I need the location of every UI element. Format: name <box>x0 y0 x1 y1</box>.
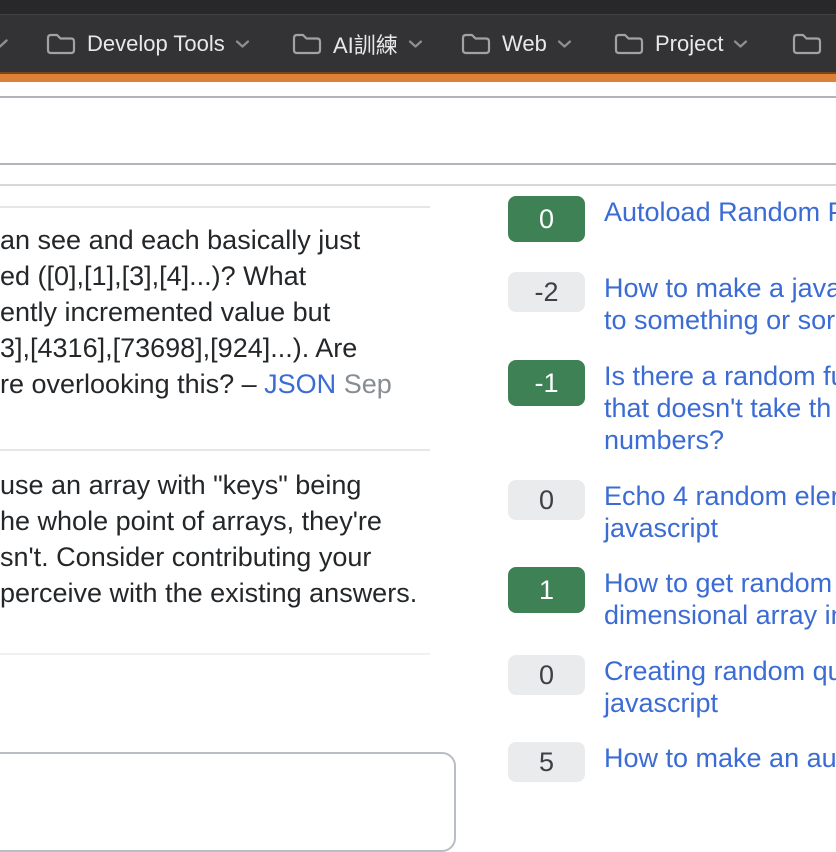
related-question-title-line: to something or sor <box>604 304 836 336</box>
related-question-title-line: javascript <box>604 687 836 719</box>
comment: an see and each basically just ed ([0],[… <box>0 222 436 402</box>
folder-icon <box>460 31 492 57</box>
comment-date: Sep <box>344 369 392 399</box>
related-question[interactable]: -1 Is there a random fu that doesn't tak… <box>508 360 836 456</box>
comment-text-line: perceive with the existing answers. <box>0 575 436 611</box>
related-question-link[interactable]: How to make an au <box>604 742 836 782</box>
related-question-title-line: dimensional array in <box>604 599 836 631</box>
comment-text-fragment: re overlooking this? – <box>0 369 264 399</box>
related-question-title-line: How to get random <box>604 567 836 599</box>
related-question-title-line: numbers? <box>604 424 836 456</box>
comment-separator <box>0 206 430 208</box>
bookmark-label: Web <box>502 31 547 57</box>
add-comment-input[interactable] <box>0 752 456 852</box>
related-question-title-line: that doesn't take th <box>604 392 836 424</box>
bookmark-partial-chevron[interactable] <box>0 15 9 72</box>
comment: use an array with "keys" being he whole … <box>0 467 436 611</box>
bookmark-folder-web[interactable]: Web <box>460 15 572 72</box>
chevron-down-icon <box>733 39 748 49</box>
browser-chrome-top <box>0 0 836 15</box>
header-divider <box>0 96 836 98</box>
bookmarks-bar: Develop Tools AI訓練 Web Project <box>0 15 836 72</box>
related-question-link[interactable]: Is there a random fu that doesn't take t… <box>604 360 836 456</box>
related-question-link[interactable]: How to get random dimensional array in <box>604 567 836 631</box>
related-question-title-line: Echo 4 random eler <box>604 480 836 512</box>
related-question[interactable]: -2 How to make a java to something or so… <box>508 272 836 336</box>
related-question-title-line: How to make a java <box>604 272 836 304</box>
related-question-title-line: How to make an au <box>604 742 836 774</box>
bookmark-folder-develop-tools[interactable]: Develop Tools <box>45 15 250 72</box>
comment-separator <box>0 653 430 655</box>
folder-icon <box>45 31 77 57</box>
related-question-link[interactable]: Creating random qu javascript <box>604 655 836 719</box>
comment-text-line: sn't. Consider contributing your <box>0 539 436 575</box>
bookmark-label: AI訓練 <box>333 28 398 60</box>
related-question-link[interactable]: Echo 4 random eler javascript <box>604 480 836 544</box>
section-divider <box>0 163 836 165</box>
comment-author-link[interactable]: JSON <box>264 369 336 399</box>
related-question[interactable]: 0 Autoload Random P <box>508 196 836 242</box>
vote-count-badge: 0 <box>508 196 585 242</box>
comment-text-line: he whole point of arrays, they're <box>0 503 436 539</box>
comment-separator <box>0 449 430 451</box>
related-question[interactable]: 0 Creating random qu javascript <box>508 655 836 719</box>
comment-text-line: re overlooking this? – JSON Sep <box>0 366 436 402</box>
vote-count-badge: -1 <box>508 360 585 406</box>
related-question[interactable]: 0 Echo 4 random eler javascript <box>508 480 836 544</box>
vote-count-badge: 5 <box>508 742 585 782</box>
section-divider-light <box>0 184 836 186</box>
vote-count-badge: 1 <box>508 567 585 613</box>
related-question[interactable]: 5 How to make an au <box>508 742 836 782</box>
vote-count-badge: -2 <box>508 272 585 312</box>
bookmark-folder-project[interactable]: Project <box>613 15 748 72</box>
bookmark-label: Project <box>655 31 723 57</box>
related-question-link[interactable]: How to make a java to something or sor <box>604 272 836 336</box>
site-header-accent-bar <box>0 72 836 82</box>
related-question[interactable]: 1 How to get random dimensional array in <box>508 567 836 631</box>
chevron-down-icon <box>408 39 423 49</box>
related-question-title-line: Autoload Random P <box>604 196 836 228</box>
related-question-title-line: Creating random qu <box>604 655 836 687</box>
comment-text-line: ently incremented value but <box>0 294 436 330</box>
related-question-title-line: javascript <box>604 512 836 544</box>
comment-text-line: use an array with "keys" being <box>0 467 436 503</box>
related-question-title-line: Is there a random fu <box>604 360 836 392</box>
bookmark-folder-partial[interactable] <box>791 15 823 72</box>
bookmark-folder-ai-training[interactable]: AI訓練 <box>291 15 423 72</box>
comment-text-line: ed ([0],[1],[3],[4]...)? What <box>0 258 436 294</box>
comment-text-line: 3],[4316],[73698],[924]...). Are <box>0 330 436 366</box>
vote-count-badge: 0 <box>508 480 585 520</box>
folder-icon <box>291 31 323 57</box>
bookmark-label: Develop Tools <box>87 31 225 57</box>
folder-icon <box>613 31 645 57</box>
chevron-down-icon <box>0 38 9 49</box>
comment-text-line: an see and each basically just <box>0 222 436 258</box>
chevron-down-icon <box>557 39 572 49</box>
folder-icon <box>791 31 823 57</box>
related-question-link[interactable]: Autoload Random P <box>604 196 836 242</box>
chevron-down-icon <box>235 39 250 49</box>
vote-count-badge: 0 <box>508 655 585 695</box>
